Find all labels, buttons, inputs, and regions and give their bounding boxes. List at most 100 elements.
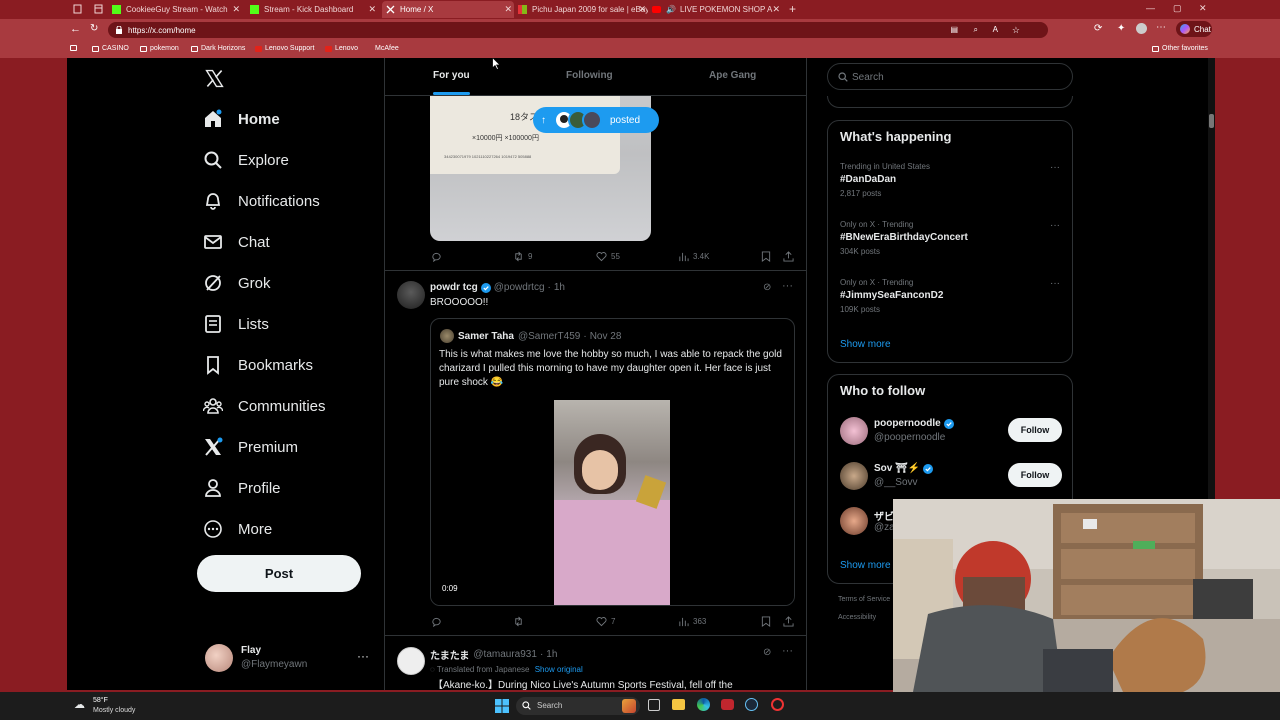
bookmark-button[interactable] (761, 251, 775, 262)
sidebar-item-premium[interactable]: Premium (203, 432, 298, 462)
favorite-mcafee[interactable]: McAfee (370, 45, 399, 52)
browser-tab-cookieeguy[interactable]: CookieeGuy Stream - Watch ✕ (112, 1, 242, 18)
follow-name[interactable]: poopernoodle (874, 418, 941, 429)
other-favorites[interactable]: Other favorites (1152, 45, 1208, 52)
like-button[interactable]: 7 (596, 616, 615, 627)
more-dots-icon[interactable]: ··· (782, 645, 793, 657)
avatar[interactable] (840, 462, 868, 490)
grok-icon[interactable]: ⊘ (763, 282, 771, 293)
views-button[interactable]: 3.4K (678, 251, 709, 262)
quote-tweet[interactable]: Samer Taha @SamerT459 · Nov 28 This is w… (430, 318, 795, 606)
search-input[interactable]: Search (827, 63, 1073, 90)
tweet-time[interactable]: 1h (554, 282, 565, 293)
tab-actions-icon[interactable] (94, 4, 103, 14)
close-tab-icon[interactable]: ✕ (504, 4, 512, 15)
read-aloud-icon[interactable]: A (993, 25, 998, 34)
post-button[interactable]: Post (197, 555, 361, 592)
browser-tab-youtube[interactable]: 🔊 LIVE POKEMON SHOP A ✕ (652, 1, 782, 18)
profile-avatar-icon[interactable] (1136, 23, 1147, 34)
close-tab-icon[interactable]: ✕ (638, 4, 646, 15)
favorite-pokemon[interactable]: pokemon (140, 45, 179, 52)
tweet-time[interactable]: 1h (546, 649, 557, 660)
like-button[interactable]: 55 (596, 251, 620, 262)
sidebar-item-explore[interactable]: Explore (203, 145, 289, 175)
more-dots-icon[interactable]: ··· (1050, 162, 1060, 173)
x-logo-icon[interactable] (205, 69, 224, 88)
tweet-author-handle[interactable]: @tamaura931 (473, 649, 537, 660)
favorites-toggle-icon[interactable] (70, 45, 80, 51)
file-explorer-icon[interactable] (672, 699, 685, 710)
footer-terms-link[interactable]: Terms of Service (838, 596, 890, 603)
follow-button[interactable]: Follow (1008, 418, 1062, 442)
avatar[interactable] (840, 507, 868, 535)
copilot-chat-button[interactable]: Chat (1176, 21, 1212, 37)
tweet-author-handle[interactable]: @powdrtcg (494, 282, 545, 293)
browser-tab-ebay[interactable]: Pichu Japan 2009 for sale | eBay ✕ (518, 1, 648, 18)
reply-button[interactable] (431, 251, 446, 262)
tab-ape-gang[interactable]: Ape Gang (709, 70, 756, 81)
task-view-icon[interactable] (648, 699, 660, 711)
account-switcher[interactable]: Flay @Flaymeyawn ··· (205, 642, 375, 676)
obs-icon[interactable] (771, 698, 784, 711)
sidebar-item-communities[interactable]: Communities (203, 391, 326, 421)
windows-start-icon[interactable] (495, 699, 509, 713)
show-more-link[interactable]: Show more (840, 339, 891, 350)
back-button[interactable]: ← (70, 23, 81, 35)
url-field[interactable]: https://x.com/home ▤ ⌕ A ☆ (108, 22, 1048, 38)
speaker-icon[interactable]: 🔊 (666, 5, 676, 14)
media-app-icon[interactable] (721, 699, 734, 710)
favorite-star-icon[interactable]: ☆ (1012, 25, 1020, 36)
bookmark-button[interactable] (761, 616, 775, 627)
sidebar-item-grok[interactable]: Grok (203, 268, 271, 298)
follow-button[interactable]: Follow (1008, 463, 1062, 487)
favorite-lenovo-support[interactable]: Lenovo Support (255, 45, 314, 52)
browser-tab-x-home[interactable]: Home / X ✕ (382, 1, 514, 18)
new-posts-pill[interactable]: ↑ posted (533, 107, 659, 133)
share-button[interactable] (783, 251, 798, 262)
trend-item[interactable]: Trending in United States #DanDaDan 2,81… (840, 162, 930, 198)
retweet-button[interactable] (513, 616, 528, 627)
footer-accessibility-link[interactable]: Accessibility (838, 614, 876, 621)
close-tab-icon[interactable]: ✕ (232, 4, 240, 15)
favorite-casino[interactable]: CASINO (92, 45, 129, 52)
show-original-link[interactable]: Show original (535, 665, 583, 674)
sidebar-item-notifications[interactable]: Notifications (203, 186, 320, 216)
minimize-button[interactable]: — (1146, 3, 1155, 13)
tab-following[interactable]: Following (566, 70, 613, 81)
trend-item[interactable]: Only on X · Trending #JimmySeaFanconD2 1… (840, 278, 943, 314)
scrollbar-thumb[interactable] (1209, 114, 1214, 128)
settings-more-icon[interactable]: ⋯ (1156, 22, 1166, 33)
follow-name[interactable]: ザビ (874, 508, 894, 523)
more-dots-icon[interactable]: ··· (1050, 220, 1060, 231)
avatar[interactable] (397, 281, 425, 309)
extension-puzzle-icon[interactable]: ✦ (1117, 23, 1125, 34)
reply-button[interactable] (431, 616, 446, 627)
sidebar-item-chat[interactable]: Chat (203, 227, 270, 257)
weather-icon[interactable]: ☁ (74, 698, 85, 711)
favorite-dark-horizons[interactable]: Dark Horizons (191, 45, 245, 52)
grok-icon[interactable]: ⊘ (763, 647, 771, 658)
follow-name[interactable]: Sov ⛩⚡ (874, 463, 920, 474)
zoom-icon[interactable]: ⌕ (974, 25, 978, 35)
trend-item[interactable]: Only on X · Trending #BNewEraBirthdayCon… (840, 220, 968, 256)
new-tab-button[interactable]: + (789, 2, 796, 16)
browser-tab-kick[interactable]: Stream - Kick Dashboard ✕ (250, 1, 378, 18)
sidebar-item-more[interactable]: More (203, 514, 272, 544)
workspaces-icon[interactable] (73, 4, 82, 14)
retweet-button[interactable]: 9 (513, 251, 532, 262)
more-dots-icon[interactable]: ··· (1050, 278, 1060, 289)
avatar[interactable] (397, 647, 425, 675)
tweet-author-name[interactable]: たまたま (430, 647, 469, 662)
sidebar-item-bookmarks[interactable]: Bookmarks (203, 350, 313, 380)
edge-browser-icon[interactable] (697, 698, 710, 711)
views-button[interactable]: 363 (678, 616, 706, 627)
maximize-button[interactable]: ▢ (1173, 3, 1182, 14)
reader-mode-icon[interactable]: ▤ (950, 25, 958, 34)
favorite-lenovo[interactable]: Lenovo (325, 45, 358, 52)
close-tab-icon[interactable]: ✕ (772, 4, 780, 15)
quote-video[interactable]: 0:09 (431, 400, 794, 605)
taskbar-search[interactable]: Search (516, 697, 640, 715)
show-more-link[interactable]: Show more (840, 560, 891, 571)
close-window-button[interactable]: ✕ (1199, 3, 1207, 14)
extensions-icon[interactable]: ⟳ (1094, 23, 1102, 34)
